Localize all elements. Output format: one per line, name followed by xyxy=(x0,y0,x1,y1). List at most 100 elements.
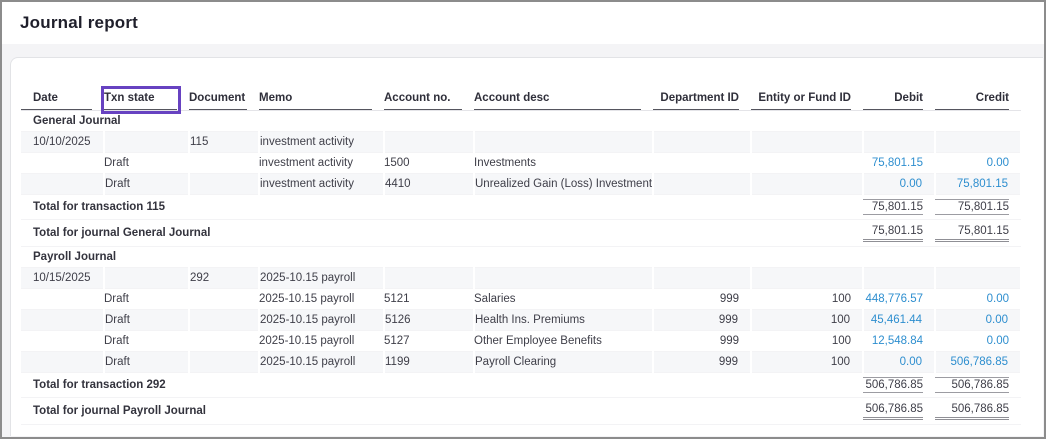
column-header-label: Account desc xyxy=(474,90,641,110)
txn-state-cell: Draft xyxy=(104,352,189,373)
credit-amount-link-value[interactable]: 75,801.15 xyxy=(936,178,1008,190)
journal-report-window: Journal report DateTxn stateDocumentMemo… xyxy=(0,0,1046,439)
total-journal-label: Total for journal Payroll Journal xyxy=(21,398,863,425)
credit-amount-link[interactable]: 0.00 xyxy=(935,310,1021,331)
total-journal-debit: 75,801.15 xyxy=(863,220,935,247)
debit-amount-link[interactable]: 448,776.57 xyxy=(863,289,935,310)
credit-amount-link-value[interactable]: 506,786.85 xyxy=(936,356,1008,368)
journal-line-row: Draft2025-10.15 payroll5126Health Ins. P… xyxy=(21,310,1021,331)
empty-cell xyxy=(474,132,653,153)
column-header-label: Account no. xyxy=(384,90,462,110)
total-transaction-debit: 75,801.15 xyxy=(863,195,935,220)
column-header-entity-or-fund-id: Entity or Fund ID xyxy=(751,90,863,111)
account-desc-cell: Other Employee Benefits xyxy=(474,331,653,352)
debit-amount-link[interactable]: 0.00 xyxy=(863,174,935,195)
total-transaction-debit: 506,786.85 xyxy=(863,373,935,398)
journal-line-row: Draft2025-10.15 payroll1199Payroll Clear… xyxy=(21,352,1021,373)
debit-amount-link-value[interactable]: 75,801.15 xyxy=(863,157,923,169)
account-no-cell: 5126 xyxy=(384,310,474,331)
account-no-cell: 5127 xyxy=(384,331,474,352)
debit-amount-link-value[interactable]: 0.00 xyxy=(864,178,922,190)
table-body: General Journal10/10/2025 115investment a… xyxy=(21,111,1021,439)
journal-line-row: Draftinvestment activity1500Investments7… xyxy=(21,153,1021,174)
total-journal-debit-value: 506,786.85 xyxy=(863,402,923,420)
journal-name: General Journal xyxy=(21,111,1021,132)
department-id-cell xyxy=(653,153,751,174)
department-id-cell xyxy=(653,174,751,195)
memo-cell: 2025-10.15 payroll xyxy=(259,310,384,331)
date-cell: 10/10/2025 xyxy=(21,132,104,153)
debit-amount-link-value[interactable]: 12,548.84 xyxy=(863,335,923,347)
credit-amount-link[interactable]: 75,801.15 xyxy=(935,174,1021,195)
empty-cell xyxy=(863,132,935,153)
credit-amount-link[interactable]: 0.00 xyxy=(935,153,1021,174)
total-transaction-credit-value: 506,786.85 xyxy=(935,377,1009,393)
column-header-account-no-: Account no. xyxy=(384,90,474,111)
journal-header-row: General Journal xyxy=(21,111,1021,132)
spacer-row xyxy=(21,425,1021,439)
total-journal-row: Total for journal Payroll Journal506,786… xyxy=(21,398,1021,425)
debit-amount-link-value[interactable]: 45,461.44 xyxy=(864,314,922,326)
document-cell xyxy=(189,331,259,352)
debit-amount-link[interactable]: 12,548.84 xyxy=(863,331,935,352)
transaction-row: 10/10/2025 115investment activity xyxy=(21,132,1021,153)
date-cell xyxy=(21,174,104,195)
debit-amount-link-value[interactable]: 448,776.57 xyxy=(863,293,923,305)
total-transaction-credit: 506,786.85 xyxy=(935,373,1021,398)
account-no-cell: 1500 xyxy=(384,153,474,174)
credit-amount-link[interactable]: 0.00 xyxy=(935,331,1021,352)
account-no-cell: 1199 xyxy=(384,352,474,373)
credit-amount-link-value[interactable]: 0.00 xyxy=(935,335,1009,347)
department-id-cell: 999 xyxy=(653,352,751,373)
memo-cell: investment activity xyxy=(259,153,384,174)
entity-fund-id-cell: 100 xyxy=(751,289,863,310)
journal-header-row: Payroll Journal xyxy=(21,247,1021,268)
spacer-cell xyxy=(21,425,1021,439)
txn-state-cell: Draft xyxy=(104,153,189,174)
column-header-department-id: Department ID xyxy=(653,90,751,111)
entity-fund-id-cell: 100 xyxy=(751,352,863,373)
total-journal-row: Total for journal General Journal75,801.… xyxy=(21,220,1021,247)
txn-state-cell: Draft xyxy=(104,331,189,352)
total-transaction-credit: 75,801.15 xyxy=(935,195,1021,220)
document-cell: 115 xyxy=(189,132,259,153)
date-cell xyxy=(21,289,104,310)
total-transaction-label: Total for transaction 115 xyxy=(21,195,863,220)
total-journal-credit: 75,801.15 xyxy=(935,220,1021,247)
document-cell xyxy=(189,174,259,195)
column-header-document: Document xyxy=(189,90,259,111)
debit-amount-link[interactable]: 0.00 xyxy=(863,352,935,373)
credit-amount-link[interactable]: 506,786.85 xyxy=(935,352,1021,373)
column-header-credit: Credit xyxy=(935,90,1021,111)
empty-cell xyxy=(751,268,863,289)
empty-cell xyxy=(751,132,863,153)
journal-name: Payroll Journal xyxy=(21,247,1021,268)
debit-amount-link[interactable]: 75,801.15 xyxy=(863,153,935,174)
journal-line-row: Draft2025-10.15 payroll5121Salaries99910… xyxy=(21,289,1021,310)
column-header-label: Department ID xyxy=(653,90,739,110)
credit-amount-link-value[interactable]: 0.00 xyxy=(935,157,1009,169)
date-cell xyxy=(21,331,104,352)
credit-amount-link-value[interactable]: 0.00 xyxy=(936,314,1008,326)
department-id-cell: 999 xyxy=(653,331,751,352)
total-journal-credit-value: 506,786.85 xyxy=(935,402,1009,420)
document-cell xyxy=(189,310,259,331)
credit-amount-link[interactable]: 0.00 xyxy=(935,289,1021,310)
journal-report-table: DateTxn stateDocumentMemoAccount no.Acco… xyxy=(21,90,1022,439)
journal-line-row: Draftinvestment activity4410Unrealized G… xyxy=(21,174,1021,195)
credit-amount-link-value[interactable]: 0.00 xyxy=(935,293,1009,305)
total-transaction-debit-value: 506,786.85 xyxy=(863,377,923,393)
total-transaction-credit-value: 75,801.15 xyxy=(935,199,1009,215)
empty-cell xyxy=(384,132,474,153)
department-id-cell: 999 xyxy=(653,289,751,310)
table-header-row: DateTxn stateDocumentMemoAccount no.Acco… xyxy=(21,90,1021,111)
debit-amount-link-value[interactable]: 0.00 xyxy=(864,356,922,368)
txn-state-cell: Draft xyxy=(104,174,189,195)
entity-fund-id-cell xyxy=(751,153,863,174)
total-journal-credit: 506,786.85 xyxy=(935,398,1021,425)
document-cell xyxy=(189,352,259,373)
memo-cell: investment activity xyxy=(259,132,384,153)
account-desc-cell: Unrealized Gain (Loss) Investments xyxy=(474,174,653,195)
debit-amount-link[interactable]: 45,461.44 xyxy=(863,310,935,331)
entity-fund-id-cell: 100 xyxy=(751,310,863,331)
